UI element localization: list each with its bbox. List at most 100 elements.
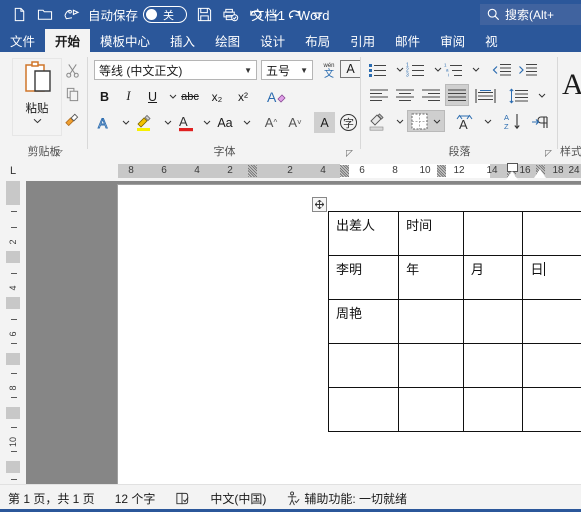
table-cell[interactable]: 月 bbox=[463, 256, 523, 300]
sort-icon[interactable]: AZ bbox=[501, 111, 525, 132]
table-cell[interactable]: 时间 bbox=[399, 212, 464, 256]
underline-button[interactable]: U bbox=[142, 86, 163, 107]
tab-draw[interactable]: 绘图 bbox=[205, 29, 250, 52]
table-cell[interactable] bbox=[399, 344, 464, 388]
ruler-tab-marker[interactable] bbox=[340, 165, 349, 177]
align-left-icon[interactable] bbox=[367, 85, 391, 106]
change-case-dropdown-icon[interactable] bbox=[236, 112, 257, 133]
word-count[interactable]: 12 个字 bbox=[105, 490, 166, 507]
multilevel-list-icon[interactable]: 1ai bbox=[443, 59, 465, 80]
copy-icon[interactable] bbox=[62, 84, 82, 104]
table-cell[interactable] bbox=[463, 212, 523, 256]
table-cell[interactable] bbox=[463, 388, 523, 432]
table-cell[interactable]: 李明 bbox=[329, 256, 399, 300]
styles-preview[interactable]: A bbox=[562, 68, 581, 102]
page-indicator[interactable]: 第 1 页，共 1 页 bbox=[0, 490, 105, 507]
table-cell[interactable] bbox=[463, 300, 523, 344]
font-dialog-launcher[interactable]: ◸ bbox=[346, 148, 356, 158]
open-folder-icon[interactable] bbox=[32, 3, 58, 27]
table-cell[interactable] bbox=[523, 344, 581, 388]
save-icon[interactable] bbox=[191, 3, 217, 27]
table-cell[interactable] bbox=[463, 344, 523, 388]
touch-mode-icon[interactable] bbox=[58, 3, 84, 27]
shading-icon[interactable] bbox=[367, 111, 389, 132]
enclosed-character-icon[interactable]: 字 bbox=[338, 112, 359, 133]
paragraph-dialog-launcher[interactable]: ◸ bbox=[545, 148, 555, 158]
show-marks-icon[interactable] bbox=[529, 111, 553, 132]
grow-font-icon[interactable]: A^ bbox=[260, 112, 282, 133]
character-shading-button[interactable]: A bbox=[314, 112, 335, 133]
tab-template-center[interactable]: 模板中心 bbox=[90, 29, 160, 52]
strikethrough-button[interactable]: abc bbox=[178, 86, 202, 107]
change-case-button[interactable]: Aa bbox=[214, 112, 236, 133]
text-direction-icon[interactable]: A bbox=[453, 111, 477, 132]
borders-button[interactable] bbox=[407, 110, 445, 132]
tab-view[interactable]: 视 bbox=[475, 29, 508, 52]
table-cell[interactable] bbox=[329, 344, 399, 388]
table-row[interactable]: 出差人 时间 bbox=[329, 212, 581, 256]
table-cell[interactable] bbox=[399, 300, 464, 344]
customize-qat-icon[interactable] bbox=[308, 3, 326, 27]
numbering-icon[interactable]: 123 bbox=[405, 59, 427, 80]
undo-dropdown-icon[interactable] bbox=[269, 3, 282, 27]
table-cell[interactable]: 周艳 bbox=[329, 300, 399, 344]
align-center-icon[interactable] bbox=[393, 85, 417, 106]
superscript-button[interactable]: x² bbox=[232, 86, 254, 107]
decrease-indent-icon[interactable] bbox=[491, 59, 513, 80]
table-cell[interactable] bbox=[523, 388, 581, 432]
cut-icon[interactable] bbox=[62, 60, 82, 80]
ruler-tab-marker[interactable] bbox=[248, 165, 257, 177]
tab-layout[interactable]: 布局 bbox=[295, 29, 340, 52]
phonetic-guide-icon[interactable]: wén文 bbox=[318, 59, 339, 80]
table-cell[interactable]: 出差人 bbox=[329, 212, 399, 256]
tab-references[interactable]: 引用 bbox=[340, 29, 385, 52]
undo-icon[interactable] bbox=[243, 3, 269, 27]
tab-mailings[interactable]: 邮件 bbox=[385, 29, 430, 52]
clipboard-dialog-launcher[interactable]: ◸ bbox=[56, 148, 66, 158]
bullets-icon[interactable] bbox=[367, 59, 389, 80]
ruler-tab-marker[interactable] bbox=[437, 165, 446, 177]
table-row[interactable] bbox=[329, 388, 581, 432]
table-row[interactable] bbox=[329, 344, 581, 388]
redo-icon[interactable] bbox=[282, 3, 308, 27]
table-cell-active[interactable]: 日 bbox=[523, 256, 581, 300]
document-canvas[interactable]: 出差人 时间 李明 年 月 日 周艳 bbox=[26, 181, 581, 484]
multilevel-dropdown-icon[interactable] bbox=[465, 59, 486, 80]
font-color-icon[interactable]: A bbox=[175, 112, 196, 133]
new-document-icon[interactable] bbox=[6, 3, 32, 27]
chevron-down-icon[interactable]: ▼ bbox=[300, 66, 312, 75]
table-cell[interactable] bbox=[399, 388, 464, 432]
hanging-indent-marker[interactable] bbox=[506, 171, 518, 180]
clear-formatting-icon[interactable]: A bbox=[264, 86, 288, 107]
accessibility-status[interactable]: 辅助功能: 一切就绪 bbox=[276, 490, 417, 507]
chevron-down-icon[interactable]: ▼ bbox=[244, 66, 256, 75]
print-preview-icon[interactable] bbox=[217, 3, 243, 27]
font-name-combo[interactable]: 等线 (中文正文) ▼ bbox=[94, 60, 257, 80]
table-cell[interactable] bbox=[523, 212, 581, 256]
character-border-icon[interactable]: A bbox=[340, 60, 361, 78]
font-size-combo[interactable]: 五号 ▼ bbox=[261, 60, 313, 80]
right-indent-marker[interactable] bbox=[534, 169, 546, 178]
distribute-icon[interactable] bbox=[473, 85, 497, 106]
bold-button[interactable]: B bbox=[94, 86, 115, 107]
tab-file[interactable]: 文件 bbox=[0, 29, 45, 52]
line-spacing-icon[interactable] bbox=[507, 85, 531, 106]
increase-indent-icon[interactable] bbox=[517, 59, 539, 80]
proofing-status[interactable] bbox=[165, 491, 200, 506]
table-cell[interactable] bbox=[329, 388, 399, 432]
tab-stop-selector[interactable]: L bbox=[0, 161, 26, 181]
line-spacing-dropdown-icon[interactable] bbox=[531, 85, 552, 106]
text-effects-icon[interactable]: A bbox=[94, 112, 115, 133]
table-row[interactable]: 李明 年 月 日 bbox=[329, 256, 581, 300]
language-indicator[interactable]: 中文(中国) bbox=[200, 490, 276, 507]
italic-button[interactable]: I bbox=[118, 86, 139, 107]
document-page[interactable]: 出差人 时间 李明 年 月 日 周艳 bbox=[118, 185, 581, 484]
paste-button[interactable]: 粘贴 bbox=[12, 58, 62, 136]
table-move-handle[interactable] bbox=[312, 197, 327, 212]
text-direction-dropdown-icon[interactable] bbox=[477, 111, 498, 132]
tab-home[interactable]: 开始 bbox=[45, 29, 90, 52]
table-row[interactable]: 周艳 bbox=[329, 300, 581, 344]
vertical-ruler[interactable]: 2 4 6 8 10 bbox=[0, 181, 26, 484]
align-right-icon[interactable] bbox=[419, 85, 443, 106]
format-painter-icon[interactable] bbox=[62, 108, 82, 128]
